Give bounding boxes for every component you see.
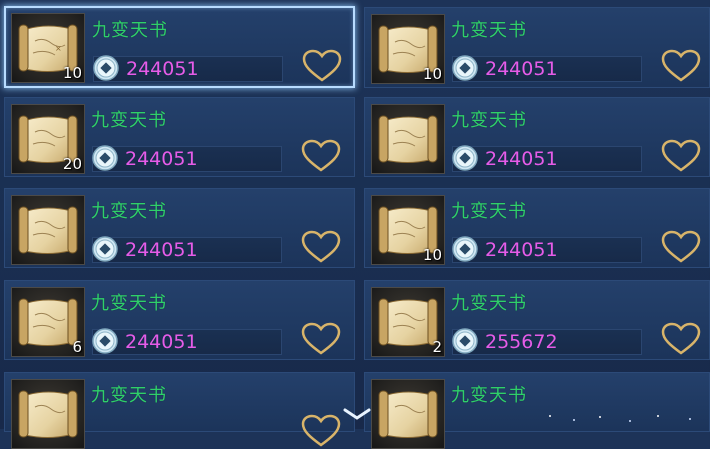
- coin-icon: [92, 328, 118, 354]
- heart-outline-icon[interactable]: [660, 138, 702, 174]
- item-card[interactable]: 九变天书 244051: [4, 188, 355, 268]
- scroll-map-icon: [18, 206, 78, 254]
- item-card[interactable]: 10 九变天书 244051: [364, 188, 710, 268]
- item-count: 6: [72, 338, 82, 356]
- item-count: 10: [62, 64, 82, 82]
- item-count: 20: [62, 155, 82, 173]
- coin-icon: [93, 55, 119, 81]
- coin-icon: [92, 236, 118, 262]
- item-price: 255672: [485, 331, 558, 353]
- heart-outline-icon[interactable]: [300, 229, 342, 265]
- sparkle-decoration: [549, 415, 691, 422]
- item-icon-frame: 20: [11, 104, 85, 174]
- item-name: 九变天书: [91, 385, 167, 406]
- item-icon-frame: [11, 379, 85, 449]
- heart-outline-icon[interactable]: [660, 229, 702, 265]
- coin-icon: [452, 328, 478, 354]
- item-icon-frame: 10: [371, 195, 445, 265]
- heart-outline-icon[interactable]: [300, 138, 342, 174]
- coin-icon: [452, 236, 478, 262]
- item-count: 2: [432, 338, 442, 356]
- item-name: 九变天书: [451, 110, 527, 131]
- item-name: 九变天书: [451, 201, 527, 222]
- item-card[interactable]: 2 九变天书 255672: [364, 280, 710, 360]
- heart-outline-icon[interactable]: [660, 321, 702, 357]
- scroll-map-icon: [378, 115, 438, 163]
- heart-outline-icon[interactable]: [300, 321, 342, 357]
- item-name: 九变天书: [91, 110, 167, 131]
- item-card[interactable]: × 10 九变天书 244051: [4, 6, 355, 88]
- item-icon-frame: 6: [11, 287, 85, 357]
- item-card[interactable]: 10 九变天书 244051: [364, 7, 710, 88]
- svg-text:×: ×: [55, 44, 62, 53]
- item-price: 244051: [485, 148, 558, 170]
- heart-outline-icon[interactable]: [660, 48, 702, 84]
- scroll-map-icon: [18, 390, 78, 438]
- coin-icon: [452, 145, 478, 171]
- item-count: 10: [422, 246, 442, 264]
- item-listing-grid: × 10 九变天书 244051 10 九变天书 244051 20 九变天书 …: [0, 0, 710, 449]
- item-name: 九变天书: [91, 293, 167, 314]
- item-name: 九变天书: [451, 20, 527, 41]
- item-name: 九变天书: [91, 201, 167, 222]
- coin-icon: [452, 55, 478, 81]
- item-name: 九变天书: [451, 385, 527, 406]
- heart-outline-icon[interactable]: [300, 413, 342, 449]
- item-icon-frame: × 10: [11, 13, 85, 83]
- item-price: 244051: [125, 148, 198, 170]
- item-price: 244051: [126, 58, 199, 80]
- item-price: 244051: [125, 331, 198, 353]
- item-icon-frame: [371, 104, 445, 174]
- item-icon-frame: 2: [371, 287, 445, 357]
- item-name: 九变天书: [92, 20, 168, 41]
- item-price: 244051: [485, 58, 558, 80]
- item-icon-frame: [371, 379, 445, 449]
- item-price: 244051: [125, 239, 198, 261]
- heart-outline-icon[interactable]: [301, 48, 343, 84]
- scroll-map-icon: [378, 390, 438, 438]
- item-card[interactable]: 20 九变天书 244051: [4, 97, 355, 177]
- item-card[interactable]: 6 九变天书 244051: [4, 280, 355, 360]
- item-icon-frame: 10: [371, 14, 445, 84]
- item-name: 九变天书: [451, 293, 527, 314]
- item-price: 244051: [485, 239, 558, 261]
- coin-icon: [92, 145, 118, 171]
- item-icon-frame: [11, 195, 85, 265]
- item-card[interactable]: 九变天书: [4, 372, 355, 449]
- item-count: 10: [422, 65, 442, 83]
- chevron-down-icon[interactable]: [341, 405, 373, 423]
- item-card[interactable]: 九变天书 244051: [364, 97, 710, 177]
